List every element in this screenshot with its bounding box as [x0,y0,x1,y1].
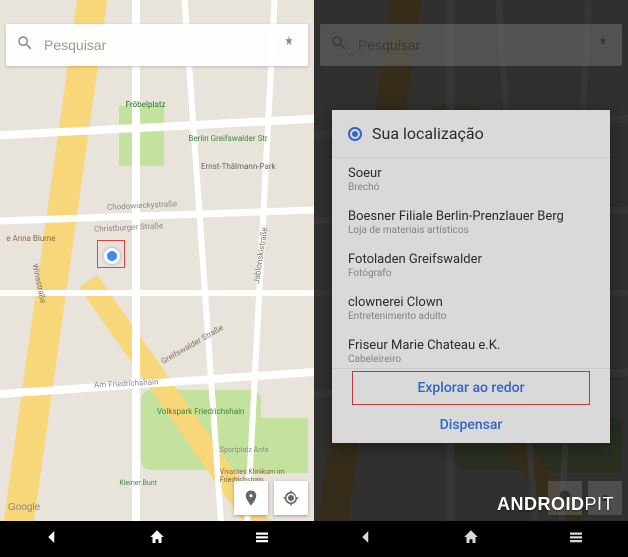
google-logo: Google [8,502,40,513]
map-label: Sportplatz Anfa [220,446,269,454]
map-label: Chodowieckystraße [107,199,178,212]
nav-bar [314,521,628,557]
place-list[interactable]: Soeur Brechó Boesner Filiale Berlin-Pren… [332,158,610,368]
place-item[interactable]: clownerei Clown Entretenimento adulto [332,287,610,330]
annotation-highlight [97,240,125,268]
map-label: Kleiner Bunt [119,479,157,487]
map-label: Ernst-Thälmann-Park [201,162,276,171]
place-item[interactable]: Friseur Marie Chateau e.K. Cabeleireiro [332,330,610,368]
back-button[interactable] [357,528,375,550]
map-label: e Anna Blume [6,234,55,243]
search-bar[interactable] [6,24,308,66]
recent-button[interactable] [253,528,271,550]
home-button[interactable] [148,528,166,550]
map-label: Jablonskistraße [252,226,269,284]
back-button[interactable] [43,528,61,550]
directions-icon[interactable] [280,34,298,56]
location-dialog: Sua localização Soeur Brechó Boesner Fil… [332,110,610,443]
map-label: Christburger Straße [94,221,164,234]
phone-right: ▣ ▤ ᛒ ▲ ◢ ▮ 16:50 Sua localização [314,0,628,557]
dismiss-button[interactable]: Dispensar [332,407,610,443]
map-label: Berlin Greifswalder Str [188,134,267,143]
place-item[interactable]: Fotoladen Greifswalder Fotógrafo [332,244,610,287]
dialog-title: Sua localização [372,124,484,143]
recent-button[interactable] [567,528,585,550]
watermark: ANDROIDPIT [497,494,614,515]
map-label: Greifswalder Straße [159,323,224,366]
phone-left: Fröbelplatz Berlin Greifswalder Str Erns… [0,0,314,557]
home-button[interactable] [462,528,480,550]
map-label: Volkspark Friedrichshain [157,407,244,416]
place-item[interactable]: Boesner Filiale Berlin-Prenzlauer Berg L… [332,201,610,244]
search-input[interactable] [44,37,270,53]
nav-bar [0,521,314,557]
map-canvas[interactable]: Fröbelplatz Berlin Greifswalder Str Erns… [0,0,314,557]
explore-around-button[interactable]: Explorar ao redor [352,371,590,405]
place-item[interactable]: Soeur Brechó [332,158,610,201]
map-label: Fröbelplatz [126,100,166,109]
search-icon [16,34,34,56]
explore-button[interactable] [234,481,268,515]
radio-selected-icon[interactable] [348,127,362,141]
my-location-button[interactable] [274,481,308,515]
